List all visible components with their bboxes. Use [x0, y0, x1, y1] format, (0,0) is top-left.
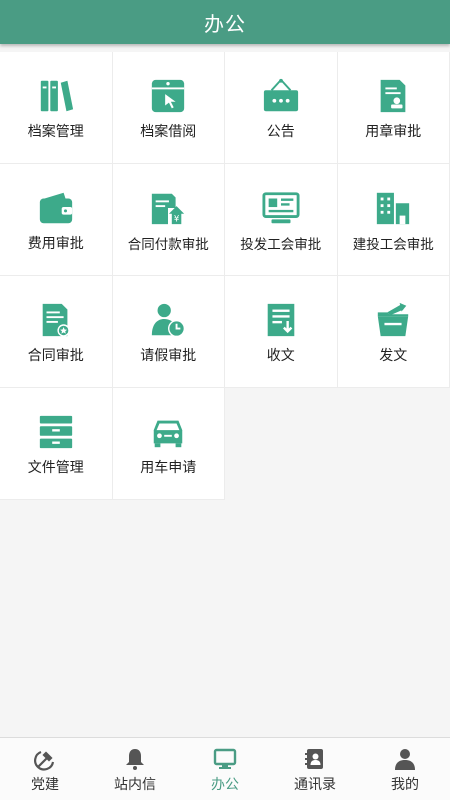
grid-item-label: 用章审批 — [365, 123, 422, 140]
grid-item-label: 公告 — [266, 123, 295, 140]
grid-item-label: 合同审批 — [27, 347, 84, 364]
tab-label: 站内信 — [114, 777, 156, 793]
user-icon — [395, 749, 415, 770]
grid-item-union-approval-tf[interactable]: 投发工会审批 — [225, 164, 338, 276]
hammer-sickle-icon — [34, 750, 55, 771]
grid-item-contract-approval[interactable]: 合同审批 — [0, 276, 113, 388]
tab-messages[interactable]: 站内信 — [90, 738, 180, 800]
leave-clock-icon — [152, 303, 186, 337]
grid-item-label: 档案借阅 — [140, 123, 197, 140]
buildings-icon — [377, 192, 410, 224]
top-bar: 办公 — [0, 0, 450, 44]
archive-books-icon — [40, 80, 73, 111]
grid-item-label: 请假审批 — [140, 347, 197, 364]
wallet-icon — [39, 192, 72, 223]
bottom-tab-bar: 党建 站内信 办公 通讯录 我的 — [0, 737, 450, 800]
car-icon — [154, 420, 183, 447]
grid-item-union-approval-jt[interactable]: 建投工会审批 — [337, 164, 450, 276]
function-grid: 档案管理 档案借阅 公告 用章审批 费用审批 ¥ 合同付款审批 投发工会审批 建… — [0, 52, 450, 500]
tab-label: 我的 — [391, 777, 419, 793]
grid-item-announcement[interactable]: 公告 — [225, 52, 338, 164]
grid-item-seal-approval[interactable]: 用章审批 — [337, 52, 450, 164]
grid-item-leave-approval[interactable]: 请假审批 — [112, 276, 225, 388]
contract-approval-icon — [42, 303, 70, 337]
file-cabinet-icon — [39, 415, 72, 448]
monitor-icon — [213, 748, 237, 769]
grid-item-car-application[interactable]: 用车申请 — [112, 388, 225, 500]
tab-label: 办公 — [211, 777, 239, 793]
grid-item-contract-payment-approval[interactable]: ¥ 合同付款审批 — [112, 164, 225, 276]
bell-icon — [126, 749, 144, 770]
seal-approval-icon — [380, 79, 406, 112]
archive-borrow-icon — [152, 79, 185, 112]
grid-item-archive-management[interactable]: 档案管理 — [0, 52, 113, 164]
grid-item-expense-approval[interactable]: 费用审批 — [0, 164, 113, 276]
grid-item-receive-document[interactable]: 收文 — [225, 276, 338, 388]
tab-party-building[interactable]: 党建 — [0, 738, 90, 800]
send-folder-icon — [378, 302, 409, 336]
page-title: 办公 — [204, 11, 246, 36]
announcement-board-icon — [263, 78, 298, 111]
grid-item-label: 合同付款审批 — [127, 236, 209, 253]
svg-text:¥: ¥ — [174, 214, 180, 224]
tab-label: 党建 — [31, 777, 59, 793]
grid-item-label: 收文 — [266, 347, 295, 364]
grid-item-label: 发文 — [379, 347, 408, 364]
grid-item-file-management[interactable]: 文件管理 — [0, 388, 113, 500]
contacts-book-icon — [305, 749, 323, 769]
tab-label: 通讯录 — [294, 777, 336, 793]
contract-payment-icon: ¥ — [152, 193, 185, 224]
grid-item-send-document[interactable]: 发文 — [337, 276, 450, 388]
tab-mine[interactable]: 我的 — [360, 738, 450, 800]
receive-document-icon — [267, 303, 295, 336]
tab-contacts[interactable]: 通讯录 — [270, 738, 360, 800]
grid-item-label: 档案管理 — [27, 123, 84, 140]
grid-item-label: 文件管理 — [27, 459, 84, 476]
grid-item-label: 费用审批 — [27, 235, 84, 252]
grid-item-label: 建投工会审批 — [352, 236, 434, 253]
grid-item-label: 用车申请 — [140, 459, 197, 476]
tab-office[interactable]: 办公 — [180, 738, 270, 800]
grid-item-label: 投发工会审批 — [240, 236, 322, 253]
union-card-icon — [262, 191, 300, 223]
grid-item-archive-borrow[interactable]: 档案借阅 — [112, 52, 225, 164]
